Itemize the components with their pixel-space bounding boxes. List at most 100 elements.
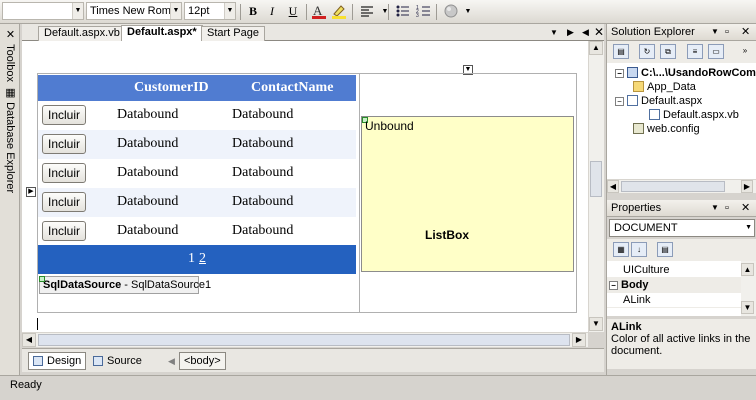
categorized-icon[interactable]: ▦ bbox=[613, 242, 629, 257]
tab-list-icon[interactable]: ▼ bbox=[550, 26, 558, 39]
chevron-down-icon[interactable]: ▼ bbox=[72, 3, 83, 19]
numbering-button[interactable]: 123 bbox=[415, 3, 433, 20]
tree-item-app-data[interactable]: App_Data bbox=[633, 80, 696, 94]
toolbar-separator bbox=[352, 4, 353, 20]
collapse-icon[interactable]: − bbox=[615, 97, 624, 106]
right-tool-panels: Solution Explorer ▼ ▫ ✕ ▤ ↻ ⧉ ≡ ▭ » − C:\… bbox=[606, 24, 756, 375]
toolbar-overflow-icon[interactable]: » bbox=[737, 44, 753, 59]
scroll-up-icon[interactable]: ▲ bbox=[741, 263, 754, 276]
solution-tree[interactable]: − C:\...\UsandoRowComm App_Data − Default.… bbox=[607, 63, 756, 193]
chevron-down-icon[interactable]: ▼ bbox=[224, 3, 235, 19]
source-view-button[interactable]: Source bbox=[88, 352, 147, 370]
highlight-button[interactable] bbox=[330, 3, 348, 20]
incluir-button[interactable]: Incluir bbox=[42, 192, 86, 212]
tree-item-default-aspx-vb[interactable]: Default.aspx.vb bbox=[649, 108, 739, 122]
properties-icon[interactable]: ▤ bbox=[613, 44, 629, 59]
horizontal-scrollbar[interactable]: ◀ ▶ bbox=[607, 179, 756, 193]
property-row[interactable]: UICulture bbox=[607, 263, 741, 278]
numbered-list-icon: 123 bbox=[416, 5, 430, 19]
horizontal-scrollbar[interactable]: ◀ ▶ bbox=[22, 332, 588, 347]
scroll-down-icon[interactable]: ▼ bbox=[741, 301, 754, 314]
header-contactname: ContactName bbox=[251, 80, 334, 95]
image-button[interactable] bbox=[442, 3, 460, 20]
chevron-down-icon[interactable]: ▼ bbox=[711, 200, 719, 216]
refresh-icon[interactable]: ↻ bbox=[639, 44, 655, 59]
tree-item-label: C:\...\UsandoRowComm bbox=[641, 67, 756, 79]
collapse-icon[interactable]: − bbox=[615, 69, 624, 78]
view-code-icon[interactable]: ≡ bbox=[687, 44, 703, 59]
align-button[interactable] bbox=[358, 3, 376, 20]
collapse-icon[interactable]: − bbox=[609, 281, 618, 290]
incluir-button[interactable]: Incluir bbox=[42, 134, 86, 154]
font-size-combo[interactable]: 12pt ▼ bbox=[184, 2, 236, 20]
scroll-thumb[interactable] bbox=[621, 181, 725, 192]
pager-page-2-link[interactable]: 2 bbox=[199, 251, 206, 267]
font-name-value: Times New Roman bbox=[90, 5, 182, 17]
tab-default-aspx[interactable]: Default.aspx* bbox=[121, 25, 203, 41]
scroll-right-icon[interactable]: ▶ bbox=[572, 333, 586, 347]
font-color-button[interactable]: A bbox=[310, 3, 328, 20]
alphabetical-icon[interactable]: ↓ bbox=[631, 242, 647, 257]
scroll-left-icon[interactable]: ◀ bbox=[607, 180, 619, 193]
tab-start-page[interactable]: Start Page bbox=[201, 26, 265, 41]
view-designer-icon[interactable]: ▭ bbox=[708, 44, 724, 59]
tree-item-default-aspx[interactable]: − Default.aspx bbox=[615, 94, 702, 108]
view-switcher-bar: Design Source ◀ <body> bbox=[22, 348, 604, 372]
chevron-down-icon[interactable]: ▼ bbox=[170, 3, 181, 19]
vertical-scrollbar[interactable]: ▲ ▼ bbox=[588, 41, 604, 332]
chevron-down-icon[interactable]: ▼ bbox=[745, 220, 752, 236]
italic-button[interactable]: I bbox=[263, 3, 281, 20]
tag-nav-left-icon[interactable]: ◀ bbox=[168, 353, 178, 369]
incluir-button[interactable]: Incluir bbox=[42, 163, 86, 183]
sqldatasource-control[interactable]: SqlDataSource - SqlDataSource1 bbox=[39, 276, 211, 294]
scroll-thumb[interactable] bbox=[38, 334, 570, 346]
scroll-down-icon[interactable]: ▼ bbox=[589, 317, 603, 331]
properties-title: Properties ▼ ▫ ✕ bbox=[607, 200, 756, 217]
property-row[interactable]: ALink bbox=[607, 293, 741, 308]
database-explorer-tab[interactable]: ▦ Database Explorer bbox=[2, 86, 17, 193]
design-view-button[interactable]: Design bbox=[28, 352, 87, 370]
property-category-row[interactable]: − Body bbox=[607, 278, 741, 293]
incluir-button[interactable]: Incluir bbox=[42, 105, 86, 125]
pin-icon[interactable]: ▶ bbox=[567, 26, 574, 39]
pin-icon[interactable]: ▫ bbox=[725, 24, 729, 40]
scroll-left-icon[interactable]: ◀ bbox=[22, 333, 36, 347]
nest-files-icon[interactable]: ⧉ bbox=[660, 44, 676, 59]
scroll-up-icon[interactable]: ▲ bbox=[589, 41, 603, 55]
scroll-thumb[interactable] bbox=[590, 161, 602, 197]
incluir-button[interactable]: Incluir bbox=[42, 221, 86, 241]
row-selector-icon[interactable]: ▶ bbox=[26, 187, 36, 197]
bullets-button[interactable] bbox=[394, 3, 412, 20]
body-tag-button[interactable]: <body> bbox=[179, 352, 226, 370]
close-icon[interactable]: ✕ bbox=[741, 200, 750, 216]
table-row: Incluir Databound Databound bbox=[38, 101, 356, 130]
tree-item-project[interactable]: − C:\...\UsandoRowComm bbox=[615, 66, 756, 80]
highlight-icon bbox=[332, 5, 346, 19]
properties-object-select[interactable]: DOCUMENT ▼ bbox=[609, 219, 755, 237]
underline-button[interactable]: U bbox=[284, 3, 302, 20]
font-name-combo[interactable]: Times New Roman ▼ bbox=[86, 2, 182, 20]
toolbar-overflow-icon[interactable]: ▼ bbox=[459, 3, 477, 20]
status-bar: Ready bbox=[0, 375, 756, 400]
property-pages-icon[interactable]: ▤ bbox=[657, 242, 673, 257]
bold-button[interactable]: B bbox=[244, 3, 262, 20]
pin-icon[interactable]: ◀ bbox=[582, 26, 589, 39]
scroll-right-icon[interactable]: ▶ bbox=[741, 180, 753, 193]
aspx-page-icon bbox=[627, 95, 638, 106]
toolbox-tab[interactable]: ✕ Toolbox bbox=[2, 28, 17, 82]
toolbar-separator bbox=[388, 4, 389, 20]
cell-customerid: Databound bbox=[117, 107, 179, 122]
pin-icon[interactable]: ▫ bbox=[725, 200, 729, 216]
close-icon[interactable]: ✕ bbox=[594, 26, 604, 39]
vertical-scrollbar[interactable]: ▲ ▼ bbox=[741, 261, 756, 316]
tree-item-web-config[interactable]: web.config bbox=[633, 122, 700, 136]
cell-contactname: Databound bbox=[232, 136, 294, 151]
close-icon[interactable]: ✕ bbox=[741, 24, 750, 40]
listbox-control[interactable]: Unbound ListBox bbox=[361, 116, 574, 272]
tab-default-aspx-vb[interactable]: Default.aspx.vb bbox=[38, 26, 126, 41]
chevron-down-icon[interactable]: ▼ bbox=[711, 24, 719, 40]
chevron-down-icon[interactable]: ▼ bbox=[376, 3, 394, 20]
property-grid[interactable]: UICulture − Body ALink ▲ ▼ bbox=[607, 261, 756, 316]
tree-item-label: App_Data bbox=[647, 81, 696, 93]
block-format-combo[interactable]: ▼ bbox=[2, 2, 84, 20]
